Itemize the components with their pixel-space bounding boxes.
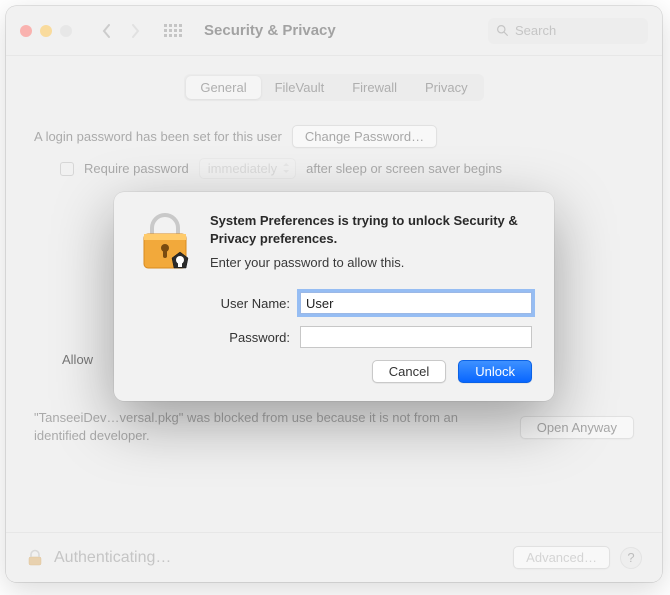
username-input[interactable] <box>300 292 532 314</box>
preferences-window: Security & Privacy Search General FileVa… <box>6 6 662 582</box>
dialog-title: System Preferences is trying to unlock S… <box>210 212 532 247</box>
password-input[interactable] <box>300 326 532 348</box>
dialog-subtitle: Enter your password to allow this. <box>210 255 532 270</box>
unlock-button[interactable]: Unlock <box>458 360 532 383</box>
auth-dialog: System Preferences is trying to unlock S… <box>114 192 554 401</box>
cancel-button[interactable]: Cancel <box>372 360 446 383</box>
allow-label: Allow <box>62 352 93 367</box>
username-label: User Name: <box>136 296 290 311</box>
password-label: Password: <box>136 330 290 345</box>
auth-lock-icon <box>136 212 194 270</box>
auth-form: User Name: Password: <box>136 292 532 348</box>
